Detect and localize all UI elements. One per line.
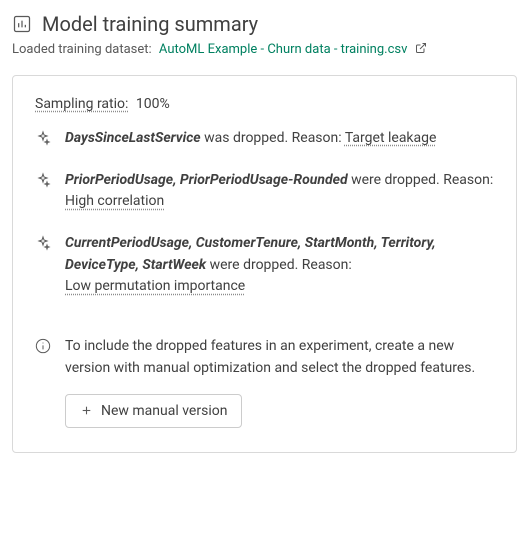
drop-reason-link[interactable]: High correlation bbox=[65, 193, 164, 209]
sampling-ratio-label: Sampling ratio: bbox=[35, 96, 128, 112]
drop-reason-link[interactable]: Target leakage bbox=[345, 130, 437, 146]
dropped-feature-row: DaysSinceLastService was dropped. Reason… bbox=[35, 128, 494, 150]
drop-verb: were dropped. Reason: bbox=[206, 257, 352, 273]
dropped-feature-text: DaysSinceLastService was dropped. Reason… bbox=[65, 128, 494, 150]
sparkle-icon bbox=[35, 235, 51, 251]
dataset-line: Loaded training dataset: AutoML Example … bbox=[12, 42, 517, 57]
info-text: To include the dropped features in an ex… bbox=[65, 336, 494, 379]
info-body: To include the dropped features in an ex… bbox=[65, 336, 494, 427]
drop-reason-link[interactable]: Low permutation importance bbox=[65, 278, 245, 294]
new-manual-version-button[interactable]: New manual version bbox=[65, 394, 242, 428]
sparkle-icon bbox=[35, 172, 51, 188]
page-title: Model training summary bbox=[42, 12, 258, 36]
sampling-ratio-value: 100% bbox=[136, 96, 170, 112]
bar-chart-icon bbox=[12, 14, 32, 34]
button-label: New manual version bbox=[101, 403, 227, 419]
feature-names: DaysSinceLastService bbox=[65, 130, 201, 146]
dataset-link-text: AutoML Example - Churn data - training.c… bbox=[159, 42, 407, 57]
dropped-feature-text: PriorPeriodUsage, PriorPeriodUsage-Round… bbox=[65, 170, 494, 213]
drop-verb: was dropped. Reason: bbox=[201, 130, 345, 146]
dropped-features-list: DaysSinceLastService was dropped. Reason… bbox=[35, 128, 494, 298]
external-link-icon bbox=[415, 42, 427, 54]
page-header: Model training summary bbox=[12, 12, 517, 36]
sampling-ratio-line: Sampling ratio: 100% bbox=[35, 96, 494, 112]
sparkle-icon bbox=[35, 130, 51, 146]
summary-card: Sampling ratio: 100% DaysSinceLastServic… bbox=[12, 75, 517, 453]
feature-names: PriorPeriodUsage, PriorPeriodUsage-Round… bbox=[65, 172, 348, 188]
dropped-feature-text: CurrentPeriodUsage, CustomerTenure, Star… bbox=[65, 233, 494, 298]
info-icon bbox=[35, 338, 51, 354]
plus-icon bbox=[80, 404, 93, 417]
dropped-feature-row: CurrentPeriodUsage, CustomerTenure, Star… bbox=[35, 233, 494, 298]
info-section: To include the dropped features in an ex… bbox=[35, 336, 494, 427]
dataset-label: Loaded training dataset: bbox=[12, 42, 152, 57]
dropped-feature-row: PriorPeriodUsage, PriorPeriodUsage-Round… bbox=[35, 170, 494, 213]
drop-verb: were dropped. Reason: bbox=[348, 172, 494, 188]
dataset-link[interactable]: AutoML Example - Churn data - training.c… bbox=[159, 42, 427, 57]
